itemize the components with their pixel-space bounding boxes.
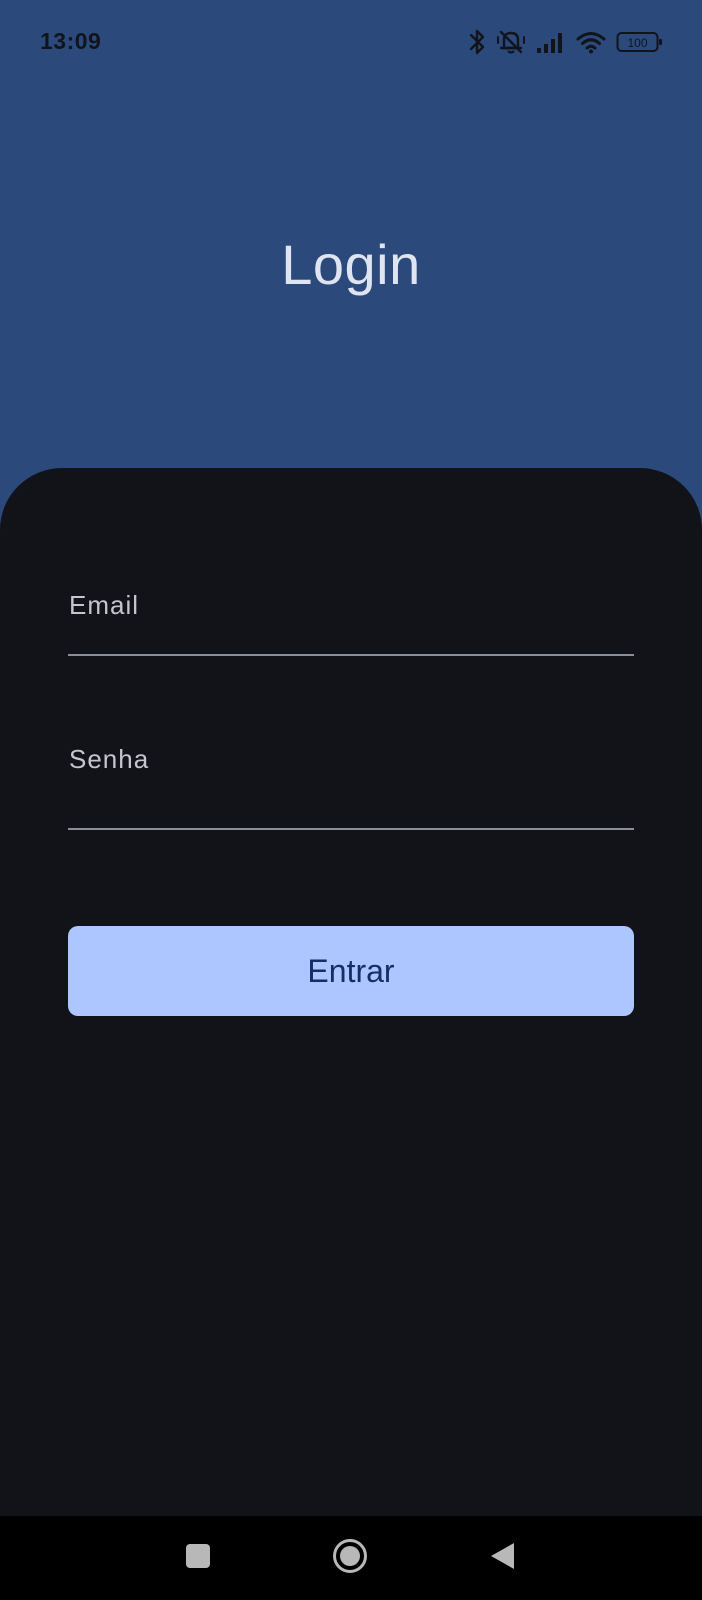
password-field[interactable]: Senha	[68, 732, 634, 830]
navigation-bar	[0, 1516, 702, 1600]
status-bar: 13:09 100	[0, 0, 702, 84]
status-time: 13:09	[40, 28, 102, 54]
page-title: Login	[281, 233, 421, 296]
battery-level: 100	[627, 36, 647, 50]
wifi-icon	[576, 30, 606, 54]
recents-icon	[184, 1542, 212, 1575]
password-label: Senha	[69, 744, 150, 774]
email-field[interactable]: Email	[68, 578, 634, 656]
status-icons: 100	[468, 26, 664, 58]
home-button[interactable]	[308, 1516, 392, 1600]
recents-button[interactable]	[156, 1516, 240, 1600]
entrar-button[interactable]: Entrar	[68, 926, 634, 1016]
home-icon	[331, 1537, 369, 1580]
login-form-sheet: Email Senha Entrar	[0, 468, 702, 1516]
back-icon	[488, 1541, 516, 1576]
signal-icon	[536, 30, 566, 54]
login-screen: 13:09 100 Login Email Senha Entrar	[0, 0, 702, 1600]
back-button[interactable]	[460, 1516, 544, 1600]
silent-bell-icon	[496, 28, 526, 56]
email-label: Email	[69, 590, 140, 620]
battery-icon: 100	[616, 30, 664, 54]
bluetooth-icon	[468, 28, 486, 56]
